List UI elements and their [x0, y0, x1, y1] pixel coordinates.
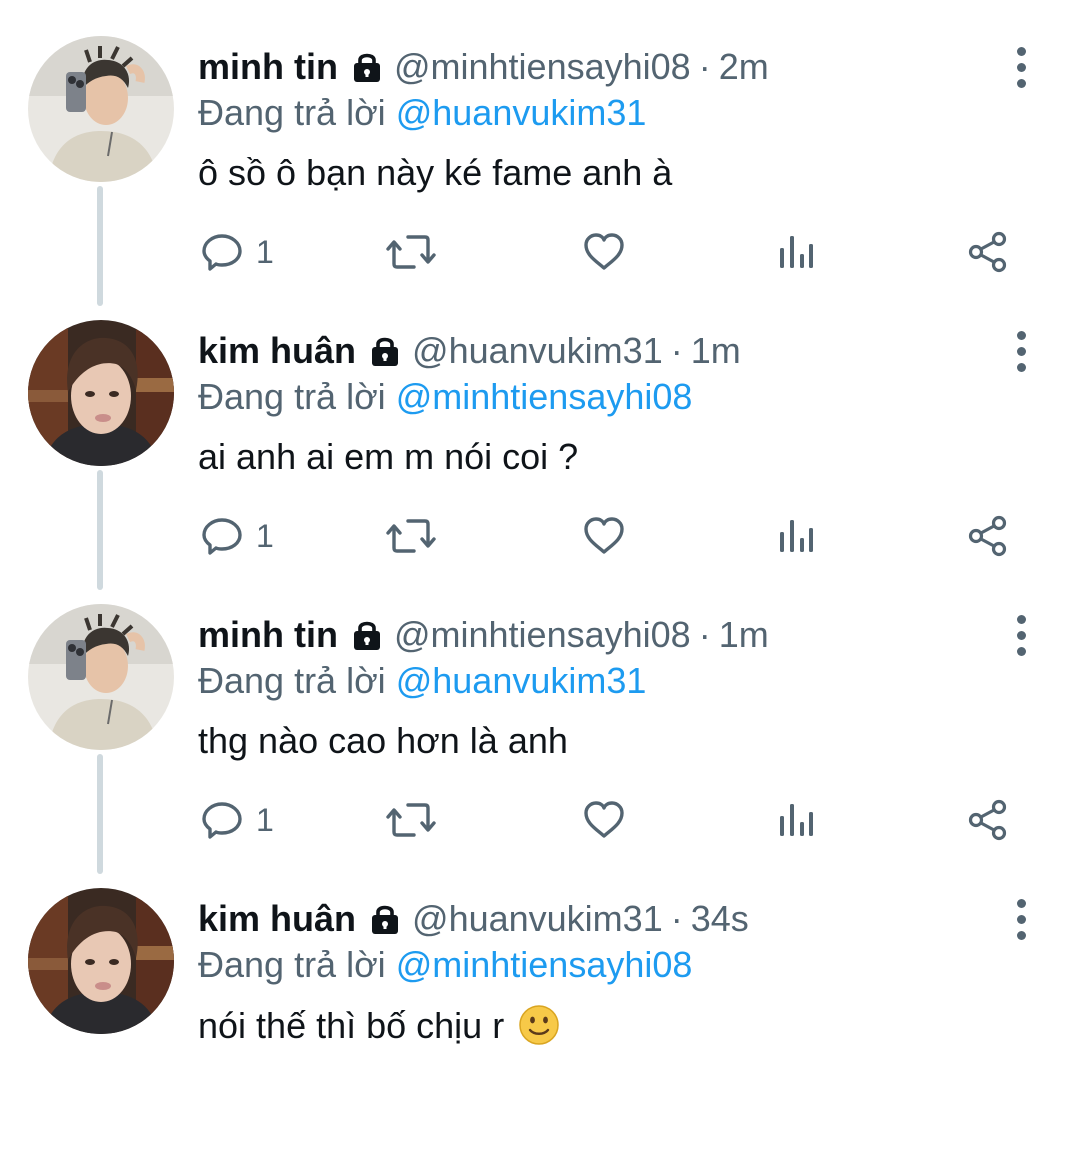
reply-count: 1 — [256, 517, 274, 554]
tweet-text: thg nào cao hơn là anh — [198, 720, 568, 761]
retweet-button[interactable] — [386, 508, 436, 564]
timestamp[interactable]: 1m — [691, 330, 741, 372]
share-icon — [966, 230, 1010, 274]
like-button[interactable] — [582, 508, 626, 564]
reply-icon — [200, 230, 244, 274]
lock-icon — [368, 334, 402, 368]
author-name[interactable]: minh tin — [198, 614, 338, 656]
separator: · — [698, 46, 711, 87]
share-button[interactable] — [966, 224, 1010, 280]
views-icon — [776, 230, 816, 274]
tweet-header: kim huân @huanvukim31 · 34s — [198, 894, 749, 944]
more-options-icon[interactable] — [1006, 42, 1036, 92]
retweet-icon — [386, 514, 436, 558]
share-icon — [966, 798, 1010, 842]
tweet[interactable]: minh tin @minhtiensayhi08 · 1m Đang trả … — [0, 604, 1079, 888]
retweet-icon — [386, 798, 436, 842]
share-icon — [966, 514, 1010, 558]
reply-button[interactable]: 1 — [200, 792, 274, 848]
share-button[interactable] — [966, 508, 1010, 564]
views-button[interactable] — [776, 224, 816, 280]
separator: · — [698, 614, 711, 655]
tweet[interactable]: kim huân @huanvukim31 · 1m Đang trả lời … — [0, 320, 1079, 604]
author-name[interactable]: kim huân — [198, 330, 356, 372]
replying-to: Đang trả lời @minhtiensayhi08 — [198, 376, 692, 418]
tweet-header: minh tin @minhtiensayhi08 · 2m — [198, 42, 769, 92]
share-button[interactable] — [966, 792, 1010, 848]
lock-icon — [350, 50, 384, 84]
avatar[interactable] — [28, 320, 174, 466]
more-options-icon[interactable] — [1006, 610, 1036, 660]
avatar[interactable] — [28, 36, 174, 182]
reply-count: 1 — [256, 233, 274, 270]
author-name[interactable]: kim huân — [198, 898, 356, 940]
retweet-icon — [386, 230, 436, 274]
tweet-actions: 1 — [0, 224, 1079, 280]
more-options-icon[interactable] — [1006, 326, 1036, 376]
lock-icon — [368, 902, 402, 936]
views-button[interactable] — [776, 508, 816, 564]
avatar[interactable] — [28, 604, 174, 750]
lock-icon — [350, 618, 384, 652]
tweet[interactable]: kim huân @huanvukim31 · 34s Đang trả lời… — [0, 888, 1079, 1172]
replying-to: Đang trả lời @huanvukim31 — [198, 92, 646, 134]
timestamp[interactable]: 2m — [719, 46, 769, 88]
reply-mention-link[interactable]: @huanvukim31 — [396, 92, 647, 133]
views-icon — [776, 514, 816, 558]
author-handle[interactable]: @minhtiensayhi08 — [394, 46, 691, 88]
like-icon — [582, 514, 626, 558]
reply-mention-link[interactable]: @minhtiensayhi08 — [396, 376, 693, 417]
reply-mention-link[interactable]: @minhtiensayhi08 — [396, 944, 693, 985]
timestamp[interactable]: 1m — [719, 614, 769, 656]
tweet-header: minh tin @minhtiensayhi08 · 1m — [198, 610, 769, 660]
replying-to: Đang trả lời @minhtiensayhi08 — [198, 944, 692, 986]
reply-mention-link[interactable]: @huanvukim31 — [396, 660, 647, 701]
reply-icon — [200, 798, 244, 842]
reply-icon — [200, 514, 244, 558]
separator: · — [670, 898, 683, 939]
tweet-actions: 1 — [0, 508, 1079, 564]
views-button[interactable] — [776, 792, 816, 848]
tweet-actions: 1 — [0, 792, 1079, 848]
author-handle[interactable]: @huanvukim31 — [412, 330, 663, 372]
like-button[interactable] — [582, 224, 626, 280]
views-icon — [776, 798, 816, 842]
tweet-header: kim huân @huanvukim31 · 1m — [198, 326, 741, 376]
retweet-button[interactable] — [386, 224, 436, 280]
tweet[interactable]: minh tin @minhtiensayhi08 · 2m Đang trả … — [0, 36, 1079, 320]
reply-prefix: Đang trả lời — [198, 660, 386, 701]
separator: · — [670, 330, 683, 371]
reply-prefix: Đang trả lời — [198, 376, 386, 417]
like-icon — [582, 230, 626, 274]
avatar[interactable] — [28, 888, 174, 1034]
reply-prefix: Đang trả lời — [198, 92, 386, 133]
author-name[interactable]: minh tin — [198, 46, 338, 88]
reply-count: 1 — [256, 801, 274, 838]
reply-button[interactable]: 1 — [200, 508, 274, 564]
tweet-text-container: nói thế thì bố chịu r — [198, 1004, 560, 1047]
tweet-text: nói thế thì bố chịu r — [198, 1005, 505, 1046]
retweet-button[interactable] — [386, 792, 436, 848]
author-handle[interactable]: @minhtiensayhi08 — [394, 614, 691, 656]
reply-prefix: Đang trả lời — [198, 944, 386, 985]
reply-button[interactable]: 1 — [200, 224, 274, 280]
tweet-text: ai anh ai em m nói coi ? — [198, 436, 579, 477]
tweet-text: ô sồ ô bạn này ké fame anh à — [198, 152, 673, 193]
like-button[interactable] — [582, 792, 626, 848]
like-icon — [582, 798, 626, 842]
author-handle[interactable]: @huanvukim31 — [412, 898, 663, 940]
replying-to: Đang trả lời @huanvukim31 — [198, 660, 646, 702]
more-options-icon[interactable] — [1006, 894, 1036, 944]
slightly-smiling-face-icon — [518, 1004, 560, 1046]
timestamp[interactable]: 34s — [691, 898, 749, 940]
